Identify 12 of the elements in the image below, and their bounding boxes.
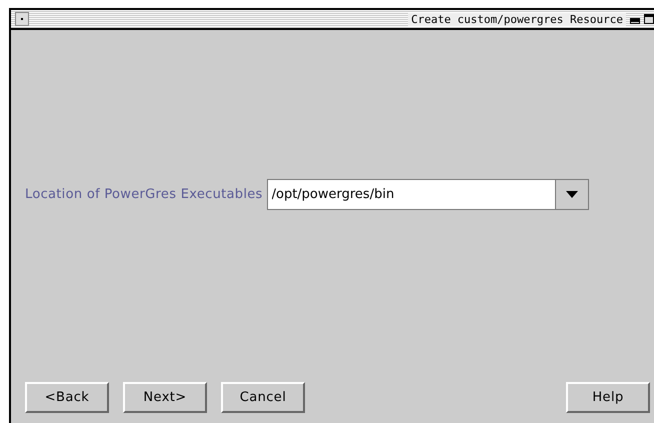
minimize-icon[interactable] — [630, 18, 640, 24]
maximize-icon[interactable] — [644, 14, 654, 24]
window-title: Create custom/powergres Resource — [408, 12, 626, 26]
dialog-button[interactable]: Next> — [123, 382, 207, 413]
dialog-button[interactable]: Help — [566, 382, 650, 413]
dropdown-button[interactable] — [554, 178, 589, 210]
dialog-button[interactable]: Cancel — [221, 382, 305, 413]
location-field[interactable]: /opt/powergres/bin — [266, 178, 555, 210]
field-label: Location of PowerGres Executables — [25, 186, 263, 202]
caret-icon — [566, 190, 578, 198]
window-menu-icon[interactable] — [15, 12, 29, 26]
dialog-button[interactable]: <Back — [25, 382, 109, 413]
